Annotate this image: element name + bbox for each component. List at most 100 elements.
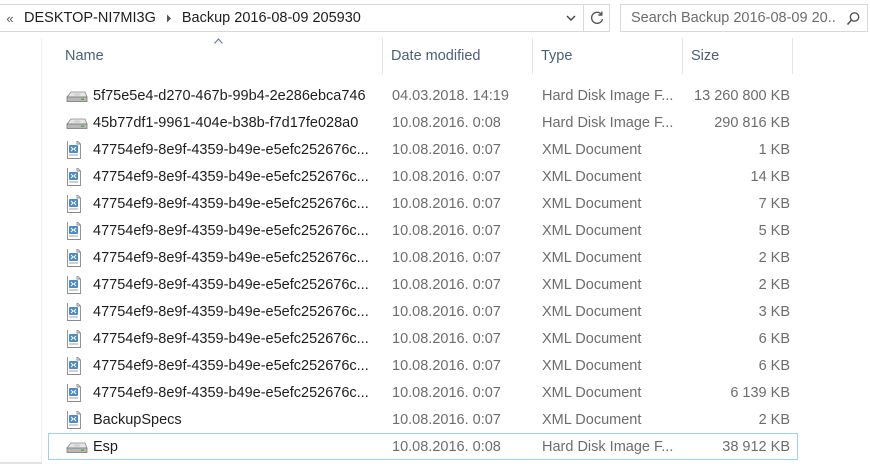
xml-document-icon [66,140,90,159]
file-row[interactable]: 47754ef9-8e9f-4359-b49e-e5efc252676c... 1… [48,325,798,352]
file-date-modified: 10.08.2016. 0:07 [392,168,501,185]
file-size: 1 KB [758,141,790,158]
file-type: XML Document [542,249,642,266]
address-row: « DESKTOP-NI7MI3G Backup 2016-08-09 2059… [0,0,870,38]
file-row[interactable]: 47754ef9-8e9f-4359-b49e-e5efc252676c... 1… [48,163,798,190]
file-name: 47754ef9-8e9f-4359-b49e-e5efc252676c... [93,384,369,401]
file-type: XML Document [542,411,642,428]
file-size: 6 139 KB [730,384,790,401]
file-name-cell[interactable]: 45b77df1-9961-404e-b38b-f7d17fe028a0 [49,114,384,132]
file-type: XML Document [542,303,642,320]
refresh-button[interactable] [584,4,610,32]
file-name-cell[interactable]: BackupSpecs [49,410,384,429]
file-name-cell[interactable]: 47754ef9-8e9f-4359-b49e-e5efc252676c... [49,167,384,186]
file-name-cell[interactable]: 47754ef9-8e9f-4359-b49e-e5efc252676c... [49,302,384,321]
file-size: 38 912 KB [722,438,790,455]
chevron-down-icon[interactable] [565,12,577,24]
file-row[interactable]: BackupSpecs 10.08.2016. 0:07 XML Document 2… [48,406,798,433]
file-name: 47754ef9-8e9f-4359-b49e-e5efc252676c... [93,249,369,266]
file-type: Hard Disk Image F... [542,87,674,104]
file-row[interactable]: 47754ef9-8e9f-4359-b49e-e5efc252676c... 1… [48,298,798,325]
file-size: 6 KB [758,357,790,374]
file-name: 47754ef9-8e9f-4359-b49e-e5efc252676c... [93,222,369,239]
breadcrumb-item-folder[interactable]: Backup 2016-08-09 205930 [178,10,365,26]
file-type: XML Document [542,195,642,212]
file-name-cell[interactable]: 47754ef9-8e9f-4359-b49e-e5efc252676c... [49,140,384,159]
file-date-modified: 10.08.2016. 0:08 [392,114,501,131]
file-type: XML Document [542,141,642,158]
xml-document-icon [66,167,90,186]
file-name: 47754ef9-8e9f-4359-b49e-e5efc252676c... [93,330,369,347]
search-box[interactable] [620,4,868,32]
file-name-cell[interactable]: 47754ef9-8e9f-4359-b49e-e5efc252676c... [49,248,384,267]
column-header-date-modified[interactable]: Date modified [383,38,533,74]
file-row[interactable]: 47754ef9-8e9f-4359-b49e-e5efc252676c... 1… [48,244,798,271]
file-date-modified: 10.08.2016. 0:08 [392,438,501,455]
file-date-modified: 10.08.2016. 0:07 [392,276,501,293]
sort-ascending-icon [214,38,223,44]
file-type: Hard Disk Image F... [542,438,674,455]
address-bar[interactable]: « DESKTOP-NI7MI3G Backup 2016-08-09 2059… [0,4,584,32]
file-row[interactable]: 47754ef9-8e9f-4359-b49e-e5efc252676c... 1… [48,190,798,217]
file-name: 45b77df1-9961-404e-b38b-f7d17fe028a0 [93,114,359,131]
file-type: Hard Disk Image F... [542,114,674,131]
file-name-cell[interactable]: 47754ef9-8e9f-4359-b49e-e5efc252676c... [49,329,384,348]
file-row[interactable]: 5f75e5e4-d270-467b-99b4-2e286ebca746 04.0… [48,82,798,109]
search-icon[interactable] [846,11,861,26]
file-row[interactable]: 47754ef9-8e9f-4359-b49e-e5efc252676c... 1… [48,136,798,163]
file-row[interactable]: 47754ef9-8e9f-4359-b49e-e5efc252676c... 1… [48,379,798,406]
column-header-type-label: Type [541,48,573,64]
breadcrumb-item-computer[interactable]: DESKTOP-NI7MI3G [20,10,160,26]
file-row[interactable]: 47754ef9-8e9f-4359-b49e-e5efc252676c... 1… [48,271,798,298]
file-size: 14 KB [750,168,791,185]
file-date-modified: 10.08.2016. 0:07 [392,330,501,347]
file-date-modified: 10.08.2016. 0:07 [392,249,501,266]
column-header-date-label: Date modified [391,48,481,64]
chevron-right-icon[interactable] [160,14,178,23]
navigation-pane[interactable] [0,38,42,464]
file-size: 2 KB [758,411,790,428]
file-name-cell[interactable]: Esp [49,438,384,456]
file-name: 5f75e5e4-d270-467b-99b4-2e286ebca746 [93,87,366,104]
file-size: 2 KB [758,249,790,266]
xml-document-icon [66,275,90,294]
file-name: BackupSpecs [93,411,182,428]
file-size: 7 KB [758,195,790,212]
file-row[interactable]: Esp 10.08.2016. 0:08 Hard Disk Image F... 3… [48,433,798,460]
file-name-cell[interactable]: 47754ef9-8e9f-4359-b49e-e5efc252676c... [49,275,384,294]
file-size: 3 KB [758,303,790,320]
column-headers: Name Date modified Type Size [48,38,870,74]
file-name-cell[interactable]: 47754ef9-8e9f-4359-b49e-e5efc252676c... [49,194,384,213]
file-list[interactable]: 5f75e5e4-d270-467b-99b4-2e286ebca746 04.0… [48,82,798,460]
column-header-size[interactable]: Size [683,38,793,74]
xml-document-icon [66,221,90,240]
file-date-modified: 10.08.2016. 0:07 [392,222,501,239]
file-type: XML Document [542,384,642,401]
file-size: 2 KB [758,276,790,293]
xml-document-icon [66,302,90,321]
file-name-cell[interactable]: 47754ef9-8e9f-4359-b49e-e5efc252676c... [49,356,384,375]
xml-document-icon [66,383,90,402]
file-name: 47754ef9-8e9f-4359-b49e-e5efc252676c... [93,141,369,158]
file-type: XML Document [542,330,642,347]
column-header-name[interactable]: Name [48,38,383,74]
xml-document-icon [66,410,90,429]
file-name-cell[interactable]: 47754ef9-8e9f-4359-b49e-e5efc252676c... [49,221,384,240]
breadcrumb-overflow-button[interactable]: « [0,11,20,26]
file-type: XML Document [542,222,642,239]
file-name-cell[interactable]: 47754ef9-8e9f-4359-b49e-e5efc252676c... [49,383,384,402]
file-name-cell[interactable]: 5f75e5e4-d270-467b-99b4-2e286ebca746 [49,87,384,105]
search-input[interactable] [621,10,837,26]
file-type: XML Document [542,276,642,293]
file-name: 47754ef9-8e9f-4359-b49e-e5efc252676c... [93,303,369,320]
file-row[interactable]: 47754ef9-8e9f-4359-b49e-e5efc252676c... 1… [48,217,798,244]
file-row[interactable]: 47754ef9-8e9f-4359-b49e-e5efc252676c... 1… [48,352,798,379]
column-header-name-label: Name [65,48,104,64]
file-row[interactable]: 45b77df1-9961-404e-b38b-f7d17fe028a0 10.0… [48,109,798,136]
file-name: 47754ef9-8e9f-4359-b49e-e5efc252676c... [93,276,369,293]
file-date-modified: 10.08.2016. 0:07 [392,195,501,212]
column-header-type[interactable]: Type [533,38,683,74]
file-size: 13 260 800 KB [694,87,790,104]
refresh-icon [590,11,603,25]
file-name: 47754ef9-8e9f-4359-b49e-e5efc252676c... [93,357,369,374]
